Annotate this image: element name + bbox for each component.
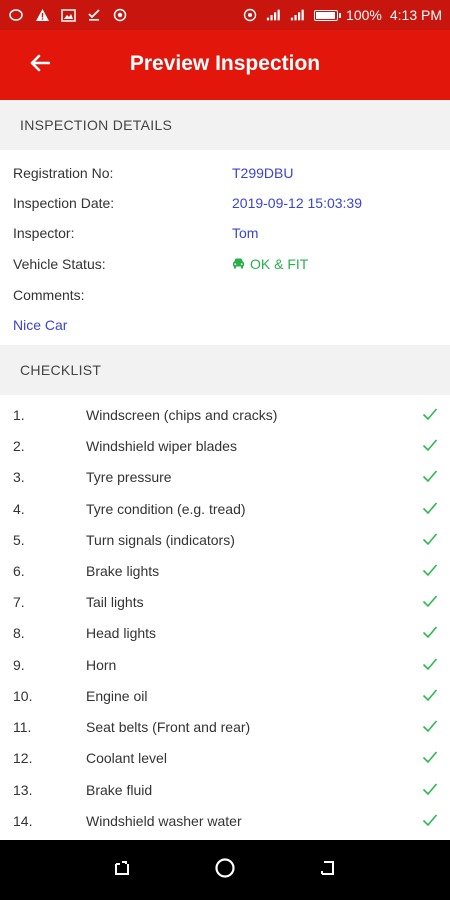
item-number: 8. <box>13 625 25 641</box>
check-icon <box>422 501 438 518</box>
check-icon <box>422 469 438 486</box>
item-number: 6. <box>13 563 25 579</box>
item-number: 7. <box>13 594 25 610</box>
list-item: 4. Tyre condition (e.g. tread) <box>0 495 450 526</box>
inspector-label: Inspector: <box>13 225 75 241</box>
item-number: 2. <box>13 438 25 454</box>
recents-button[interactable] <box>110 858 134 882</box>
item-label: Coolant level <box>86 750 167 766</box>
list-item: 12. Coolant level <box>0 744 450 775</box>
home-button[interactable] <box>213 857 237 884</box>
item-number: 3. <box>13 469 25 485</box>
item-label: Brake lights <box>86 563 160 579</box>
list-item: 5. Turn signals (indicators) <box>0 526 450 557</box>
item-label: Windshield washer water <box>86 813 242 829</box>
check-icon <box>422 750 438 767</box>
list-item: 10. Engine oil <box>0 682 450 713</box>
item-number: 10. <box>13 688 33 704</box>
item-label: Brake fluid <box>86 782 153 798</box>
check-icon <box>422 407 438 424</box>
item-label: Engine oil <box>86 688 148 704</box>
item-label: Tail lights <box>86 594 144 610</box>
list-item: 11. Seat belts (Front and rear) <box>0 713 450 744</box>
app-bar: Preview Inspection <box>0 30 450 100</box>
item-number: 13. <box>13 782 33 798</box>
clock: 4:13 PM <box>389 7 442 23</box>
back-nav-icon <box>318 858 338 883</box>
recents-icon <box>112 858 132 883</box>
item-number: 14. <box>13 813 33 829</box>
item-label: Turn signals (indicators) <box>86 532 235 548</box>
check-icon <box>422 782 438 799</box>
checklist-header: CHECKLIST <box>0 345 450 395</box>
list-item: 2. Windshield wiper blades <box>0 432 450 463</box>
registration-label: Registration No: <box>13 165 114 181</box>
gallery-icon <box>60 7 76 23</box>
check-icon <box>422 719 438 736</box>
vehicle-status-label: Vehicle Status: <box>13 256 106 272</box>
task-icon <box>86 7 102 23</box>
item-label: Windshield wiper blades <box>86 438 237 454</box>
comments-value: Nice Car <box>13 317 68 333</box>
check-icon <box>422 594 438 611</box>
inspector-value: Tom <box>232 225 259 241</box>
system-nav-bar <box>0 840 450 900</box>
battery-icon <box>314 9 342 21</box>
vehicle-status-value: OK & FIT <box>232 256 308 272</box>
item-label: Tyre pressure <box>86 469 172 485</box>
comments-label: Comments: <box>13 287 85 303</box>
check-icon <box>422 688 438 705</box>
home-icon <box>214 857 236 884</box>
check-icon <box>422 625 438 642</box>
item-number: 4. <box>13 501 25 517</box>
back-button[interactable] <box>0 30 80 100</box>
item-number: 9. <box>13 657 25 673</box>
list-item: 6. Brake lights <box>0 557 450 588</box>
arrow-left-icon <box>30 54 51 77</box>
warning-icon <box>34 7 50 23</box>
inspection-details-header: INSPECTION DETAILS <box>0 100 450 150</box>
car-icon <box>232 256 245 272</box>
item-number: 1. <box>13 407 25 423</box>
record-icon <box>112 7 128 23</box>
battery-fill <box>316 11 336 19</box>
item-label: Seat belts (Front and rear) <box>86 719 251 735</box>
inspection-date-label: Inspection Date: <box>13 195 115 211</box>
signal-2-icon <box>290 7 306 23</box>
list-item: 8. Head lights <box>0 619 450 650</box>
list-item: 3. Tyre pressure <box>0 463 450 494</box>
check-icon <box>422 438 438 455</box>
list-item: 13. Brake fluid <box>0 776 450 807</box>
list-item: 9. Horn <box>0 651 450 682</box>
item-label: Tyre condition (e.g. tread) <box>86 501 246 517</box>
registration-value: T299DBU <box>232 165 294 181</box>
hotspot-icon <box>242 7 258 23</box>
item-number: 11. <box>13 719 32 735</box>
list-item: 1. Windscreen (chips and cracks) <box>0 401 450 432</box>
item-number: 12. <box>13 750 33 766</box>
item-number: 5. <box>13 532 25 548</box>
battery-percent: 100% <box>346 7 382 23</box>
back-nav-button[interactable] <box>316 858 340 882</box>
check-icon <box>422 532 438 549</box>
signal-icon <box>266 7 282 23</box>
item-label: Horn <box>86 657 117 673</box>
check-icon <box>422 563 438 580</box>
vehicle-status-text: OK & FIT <box>250 256 309 272</box>
item-label: Head lights <box>86 625 157 641</box>
chat-icon <box>8 7 24 23</box>
item-label: Windscreen (chips and cracks) <box>86 407 278 423</box>
check-icon <box>422 657 438 674</box>
list-item: 14. Windshield washer water <box>0 807 450 838</box>
check-icon <box>422 813 438 830</box>
list-item: 7. Tail lights <box>0 588 450 619</box>
status-bar: 100% 4:13 PM <box>0 0 450 30</box>
inspection-date-value: 2019-09-12 15:03:39 <box>232 195 362 211</box>
